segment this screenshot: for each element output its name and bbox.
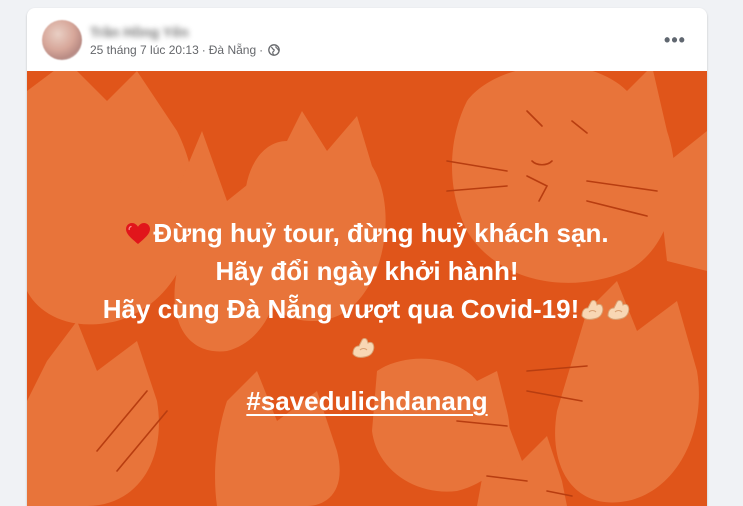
post-text-line-3-text: Hãy cùng Đà Nẵng vượt qua Covid-19! xyxy=(102,294,580,324)
red-heart-icon xyxy=(125,218,151,244)
post-background: Đừng huỷ tour, đừng huỷ khách sạn. Hãy đ… xyxy=(27,71,707,506)
post-text-line-2: Hãy đổi ngày khởi hành! xyxy=(215,256,519,286)
post-text-line-3: Hãy cùng Đà Nẵng vượt qua Covid-19! xyxy=(27,290,707,328)
post-text-line-4 xyxy=(27,328,707,366)
flexed-biceps-icon xyxy=(605,294,631,320)
flexed-biceps-icon xyxy=(350,332,376,358)
more-options-button[interactable]: ••• xyxy=(657,22,693,58)
more-options-icon: ••• xyxy=(664,30,686,50)
meta-separator: · xyxy=(259,43,264,57)
meta-separator: · xyxy=(201,43,206,57)
author-avatar[interactable] xyxy=(42,20,82,60)
post-date[interactable]: 25 tháng 7 lúc 20:13 xyxy=(90,43,199,57)
post-header: Trần Hồng Yến 25 tháng 7 lúc 20:13 · Đà … xyxy=(27,8,707,72)
flexed-biceps-icon xyxy=(579,294,605,320)
hashtag-link[interactable]: #savedulichdanang xyxy=(246,382,487,420)
post-location[interactable]: Đà Nẵng xyxy=(209,43,256,57)
globe-icon[interactable] xyxy=(268,44,280,56)
author-name[interactable]: Trần Hồng Yến xyxy=(90,24,189,40)
post-text-hashtag-line: #savedulichdanang xyxy=(27,366,707,420)
post-text: Đừng huỷ tour, đừng huỷ khách sạn. Hãy đ… xyxy=(27,214,707,420)
post-meta: 25 tháng 7 lúc 20:13 · Đà Nẵng · xyxy=(90,43,280,57)
post-text-line-1-text: Đừng huỷ tour, đừng huỷ khách sạn. xyxy=(153,218,609,248)
post-card: Trần Hồng Yến 25 tháng 7 lúc 20:13 · Đà … xyxy=(27,8,707,506)
post-text-line-1: Đừng huỷ tour, đừng huỷ khách sạn. xyxy=(27,214,707,252)
